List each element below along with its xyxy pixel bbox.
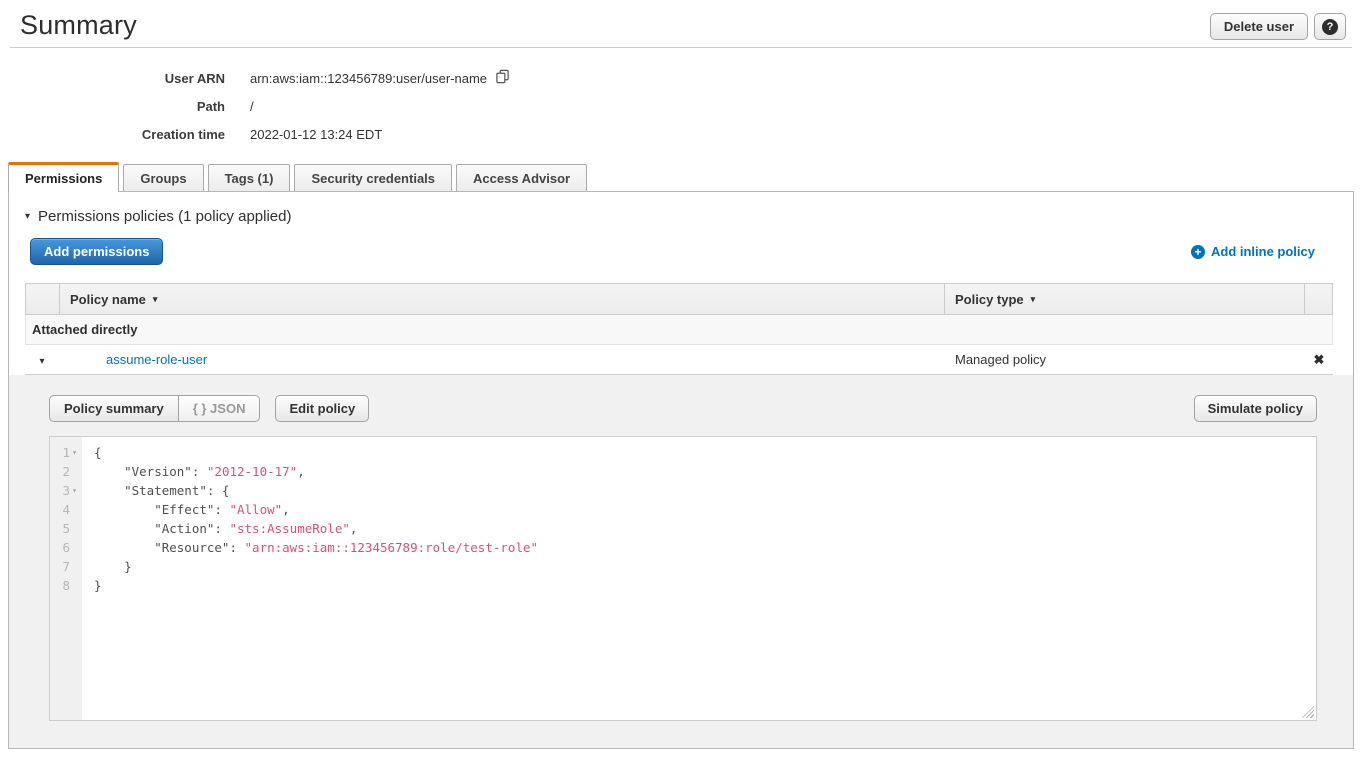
tab-security-credentials[interactable]: Security credentials — [294, 164, 452, 191]
path-row: Path / — [0, 92, 1362, 120]
page-header: Summary Delete user ? — [10, 0, 1352, 48]
page-title: Summary — [20, 10, 1336, 41]
tab-tags[interactable]: Tags (1) — [208, 164, 291, 191]
path-label: Path — [0, 99, 250, 114]
code-line: "Version": "2012-10-17", — [94, 462, 1316, 481]
creation-time-label: Creation time — [0, 127, 250, 142]
sort-caret-icon: ▾ — [1031, 294, 1036, 305]
tab-strip: Permissions Groups Tags (1) Security cre… — [0, 162, 1362, 191]
edit-policy-button[interactable]: Edit policy — [275, 395, 369, 422]
line-number: 5 — [62, 519, 70, 538]
tab-access-advisor[interactable]: Access Advisor — [456, 164, 587, 191]
user-arn-value: arn:aws:iam::123456789:user/user-name — [250, 69, 510, 87]
line-number: 2 — [62, 462, 70, 481]
policy-table: Policy name ▾ Policy type ▾ Attached dir… — [25, 283, 1333, 375]
line-number: 7 — [62, 557, 70, 576]
code-line: "Resource": "arn:aws:iam::123456789:role… — [94, 538, 1316, 557]
section-collapse-icon[interactable]: ▾ — [25, 211, 30, 222]
policy-detail-toolbar: Policy summary { } JSON Edit policy Simu… — [49, 395, 1317, 422]
line-number: 6 — [62, 538, 70, 557]
row-expander-caret-icon: ▾ — [39, 356, 44, 367]
plus-icon: + — [1191, 245, 1205, 259]
permissions-tab-panel: ▾ Permissions policies (1 policy applied… — [8, 191, 1354, 749]
tab-permissions[interactable]: Permissions — [8, 162, 119, 192]
policy-type-cell: Managed policy — [945, 352, 1305, 367]
policy-name-column-header[interactable]: Policy name ▾ — [60, 284, 944, 314]
attached-directly-group-row: Attached directly — [25, 315, 1333, 345]
policy-table-header: Policy name ▾ Policy type ▾ — [25, 283, 1333, 315]
sort-caret-icon: ▾ — [153, 294, 158, 305]
help-button[interactable]: ? — [1314, 13, 1346, 40]
fold-caret-icon[interactable]: ▾ — [70, 481, 79, 500]
editor-gutter: 1▾ 2 3▾ 4 5 6 7 8 — [50, 437, 82, 720]
expander-column-header — [26, 284, 60, 314]
iam-user-summary-page: Summary Delete user ? User ARN arn:aws:i… — [0, 0, 1362, 749]
permissions-toolbar: Add permissions + Add inline policy — [30, 238, 1337, 265]
policy-json-editor[interactable]: 1▾ 2 3▾ 4 5 6 7 8 { "Version": "2012-10-… — [49, 436, 1317, 721]
policy-summary-button[interactable]: Policy summary — [49, 395, 179, 422]
policy-name-link[interactable]: assume-role-user — [106, 352, 207, 367]
header-actions: Delete user ? — [1210, 13, 1346, 40]
policy-row: ▾ assume-role-user Managed policy ✖ — [25, 345, 1333, 375]
remove-policy-icon[interactable]: ✖ — [1314, 352, 1325, 367]
attached-directly-label: Attached directly — [32, 322, 137, 337]
user-info: User ARN arn:aws:iam::123456789:user/use… — [0, 64, 1362, 148]
policy-view-segmented-control: Policy summary { } JSON — [49, 395, 260, 422]
line-number: 4 — [62, 500, 70, 519]
add-inline-policy-label: Add inline policy — [1211, 244, 1315, 259]
code-line: } — [94, 557, 1316, 576]
add-inline-policy-link[interactable]: + Add inline policy — [1191, 244, 1315, 259]
delete-user-button[interactable]: Delete user — [1210, 13, 1308, 40]
help-icon: ? — [1322, 19, 1338, 35]
creation-time-value: 2022-01-12 13:24 EDT — [250, 127, 382, 142]
add-permissions-button[interactable]: Add permissions — [30, 238, 163, 265]
line-number: 8 — [62, 576, 70, 595]
json-view-button[interactable]: { } JSON — [179, 395, 261, 422]
creation-time-row: Creation time 2022-01-12 13:24 EDT — [0, 120, 1362, 148]
line-number: 1 — [62, 443, 70, 462]
path-value: / — [250, 99, 254, 114]
permissions-policies-section-header: ▾ Permissions policies (1 policy applied… — [9, 192, 1353, 225]
editor-code-area[interactable]: { "Version": "2012-10-17", "Statement": … — [82, 437, 1316, 720]
actions-column-header — [1304, 284, 1332, 314]
permissions-policies-title: Permissions policies (1 policy applied) — [38, 208, 291, 225]
policy-name-cell: assume-role-user — [59, 352, 945, 367]
policy-remove-cell: ✖ — [1305, 352, 1333, 368]
user-arn-label: User ARN — [0, 71, 250, 86]
fold-caret-icon[interactable]: ▾ — [70, 443, 79, 462]
line-number: 3 — [62, 481, 70, 500]
policy-type-header-label: Policy type — [955, 292, 1024, 307]
code-line: "Action": "sts:AssumeRole", — [94, 519, 1316, 538]
user-arn-text: arn:aws:iam::123456789:user/user-name — [250, 71, 487, 86]
copy-icon[interactable] — [495, 69, 510, 87]
row-expand-toggle[interactable]: ▾ — [25, 352, 59, 367]
code-line: { — [94, 443, 1316, 462]
tab-groups[interactable]: Groups — [123, 164, 203, 191]
policy-type-column-header[interactable]: Policy type ▾ — [944, 284, 1304, 314]
simulate-policy-button[interactable]: Simulate policy — [1194, 395, 1317, 422]
policy-name-header-label: Policy name — [70, 292, 146, 307]
policy-detail-panel: Policy summary { } JSON Edit policy Simu… — [9, 375, 1353, 748]
code-line: "Effect": "Allow", — [94, 500, 1316, 519]
user-arn-row: User ARN arn:aws:iam::123456789:user/use… — [0, 64, 1362, 92]
code-line: } — [94, 576, 1316, 595]
code-line: "Statement": { — [94, 481, 1316, 500]
